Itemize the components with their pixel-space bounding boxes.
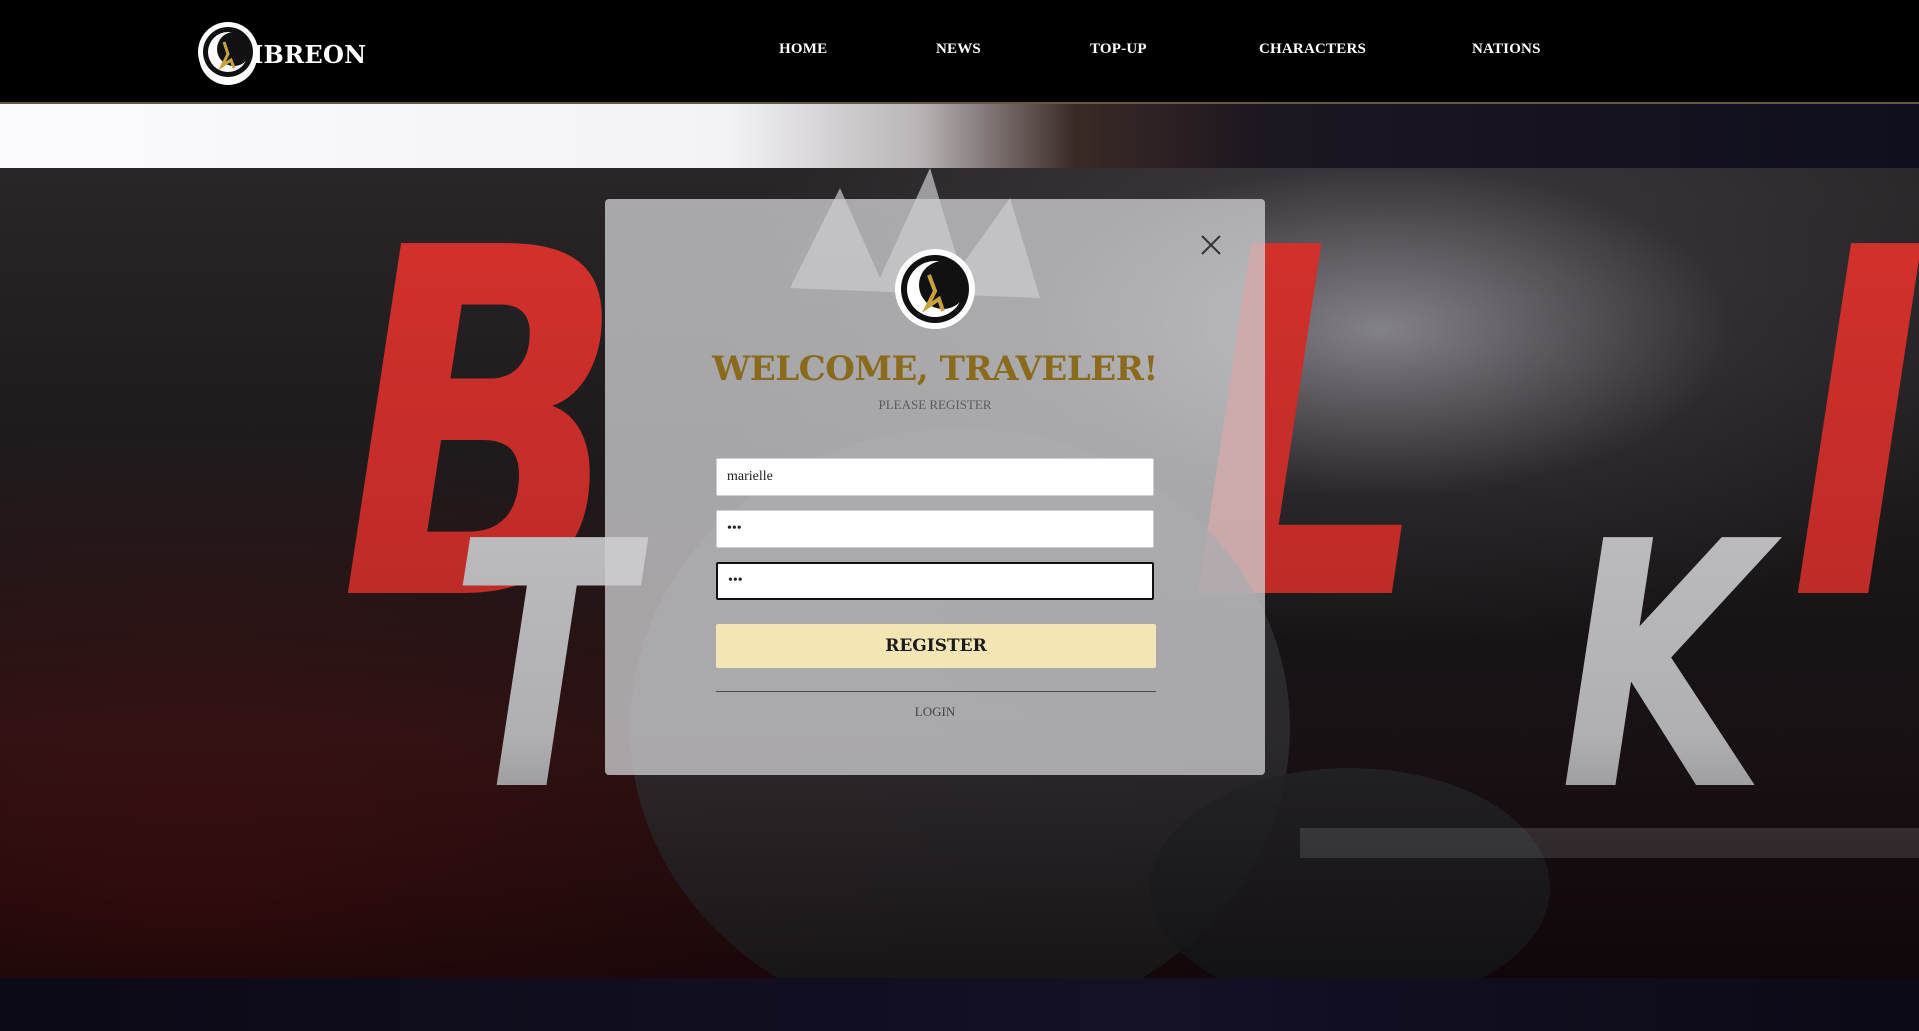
register-modal: WELCOME, TRAVELER! PLEASE REGISTER REGIS… [605, 199, 1265, 775]
nav-news[interactable]: NEWS [936, 41, 981, 58]
top-navigation-bar: IBREON HOME NEWS TOP-UP CHARACTERS NATIO… [0, 0, 1919, 104]
nav-home[interactable]: HOME [779, 41, 827, 58]
nav-nations[interactable]: NATIONS [1472, 41, 1541, 58]
confirm-password-field[interactable] [716, 562, 1154, 600]
register-button[interactable]: REGISTER [716, 624, 1156, 668]
nav-characters[interactable]: CHARACTERS [1259, 41, 1366, 58]
crescent-moon-emblem-icon [895, 249, 975, 329]
close-icon [1201, 235, 1221, 255]
password-field[interactable] [716, 510, 1154, 548]
main-nav: HOME NEWS TOP-UP CHARACTERS NATIONS [0, 0, 1919, 104]
footer-band [0, 978, 1919, 1031]
divider [716, 691, 1156, 692]
login-link[interactable]: LOGIN [605, 704, 1265, 720]
hero-top-strip [0, 104, 1919, 168]
nav-top-up[interactable]: TOP-UP [1090, 41, 1147, 58]
register-subtitle: PLEASE REGISTER [878, 397, 992, 412]
username-field[interactable] [716, 458, 1154, 496]
welcome-title: WELCOME, TRAVELER! [712, 349, 1158, 389]
close-button[interactable] [1199, 233, 1223, 257]
